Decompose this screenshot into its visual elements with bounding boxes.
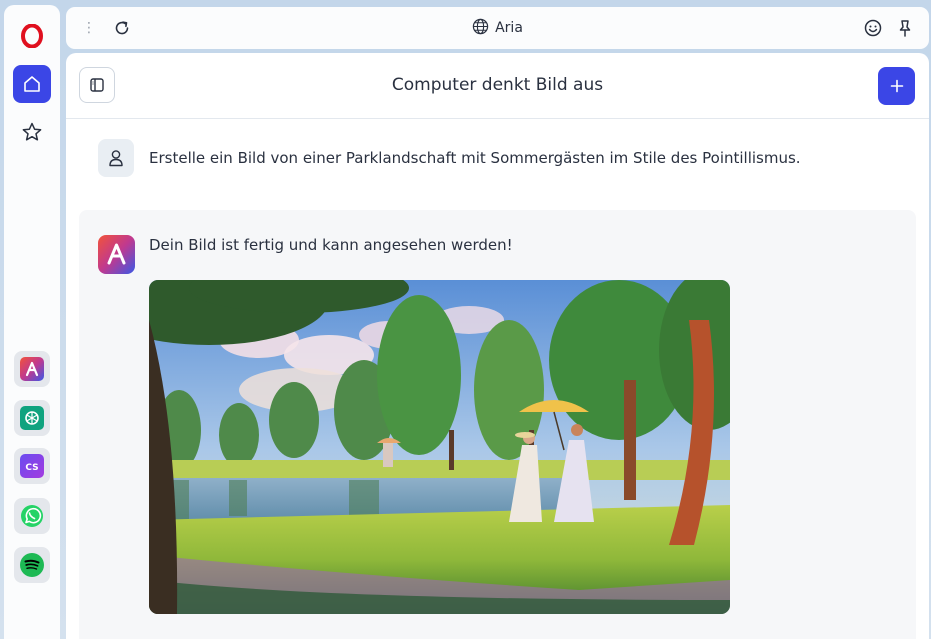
aria-logo-icon: [98, 235, 135, 274]
user-icon: [109, 150, 123, 167]
chatgpt-app-button[interactable]: [14, 400, 50, 436]
user-avatar: [98, 139, 134, 177]
opera-logo-icon: [21, 24, 43, 48]
tab-title-text: Aria: [495, 20, 523, 36]
chat-header: Computer denkt Bild aus: [66, 53, 929, 119]
ai-message: Dein Bild ist fertig und kann angesehen …: [79, 210, 916, 639]
new-chat-button[interactable]: [878, 67, 915, 105]
sidebar: CS: [4, 5, 60, 639]
browser-window: CS ⋮ Aria Computer denkt Bild aus Erstel…: [0, 0, 931, 639]
spotify-logo-icon: [20, 553, 44, 577]
whatsapp-logo-icon: [21, 505, 43, 527]
chat-panel: Computer denkt Bild aus Erstelle ein Bil…: [66, 53, 929, 639]
top-bar: ⋮ Aria: [66, 7, 929, 49]
user-message-text: Erstelle ein Bild von einer Parklandscha…: [149, 149, 801, 167]
home-icon: [24, 76, 40, 92]
chatgpt-logo-icon: [20, 406, 44, 430]
star-icon: [22, 122, 42, 141]
park-painting-image: [149, 280, 730, 614]
chatsonic-logo-icon: CS: [20, 454, 44, 478]
globe-icon: [472, 18, 489, 35]
chatsonic-label: CS: [25, 463, 38, 473]
spotify-app-button[interactable]: [14, 547, 50, 583]
opera-menu-button[interactable]: [13, 17, 51, 55]
home-button[interactable]: [13, 65, 51, 103]
emoji-icon[interactable]: [863, 18, 883, 38]
bookmarks-button[interactable]: [13, 113, 51, 151]
whatsapp-app-button[interactable]: [14, 498, 50, 534]
aria-avatar: [98, 235, 135, 274]
ai-message-text: Dein Bild ist fertig und kann angesehen …: [149, 236, 513, 254]
pin-icon[interactable]: [895, 18, 915, 38]
generated-image[interactable]: [149, 280, 730, 614]
user-message: Erstelle ein Bild von einer Parklandscha…: [98, 139, 898, 177]
chat-title: Computer denkt Bild aus: [391, 75, 604, 95]
plus-icon: [890, 79, 903, 93]
aria-app-button[interactable]: [14, 351, 50, 387]
aria-logo-icon: [20, 357, 44, 381]
tab-title: Aria: [66, 18, 929, 38]
chatsonic-app-button[interactable]: CS: [14, 448, 50, 484]
